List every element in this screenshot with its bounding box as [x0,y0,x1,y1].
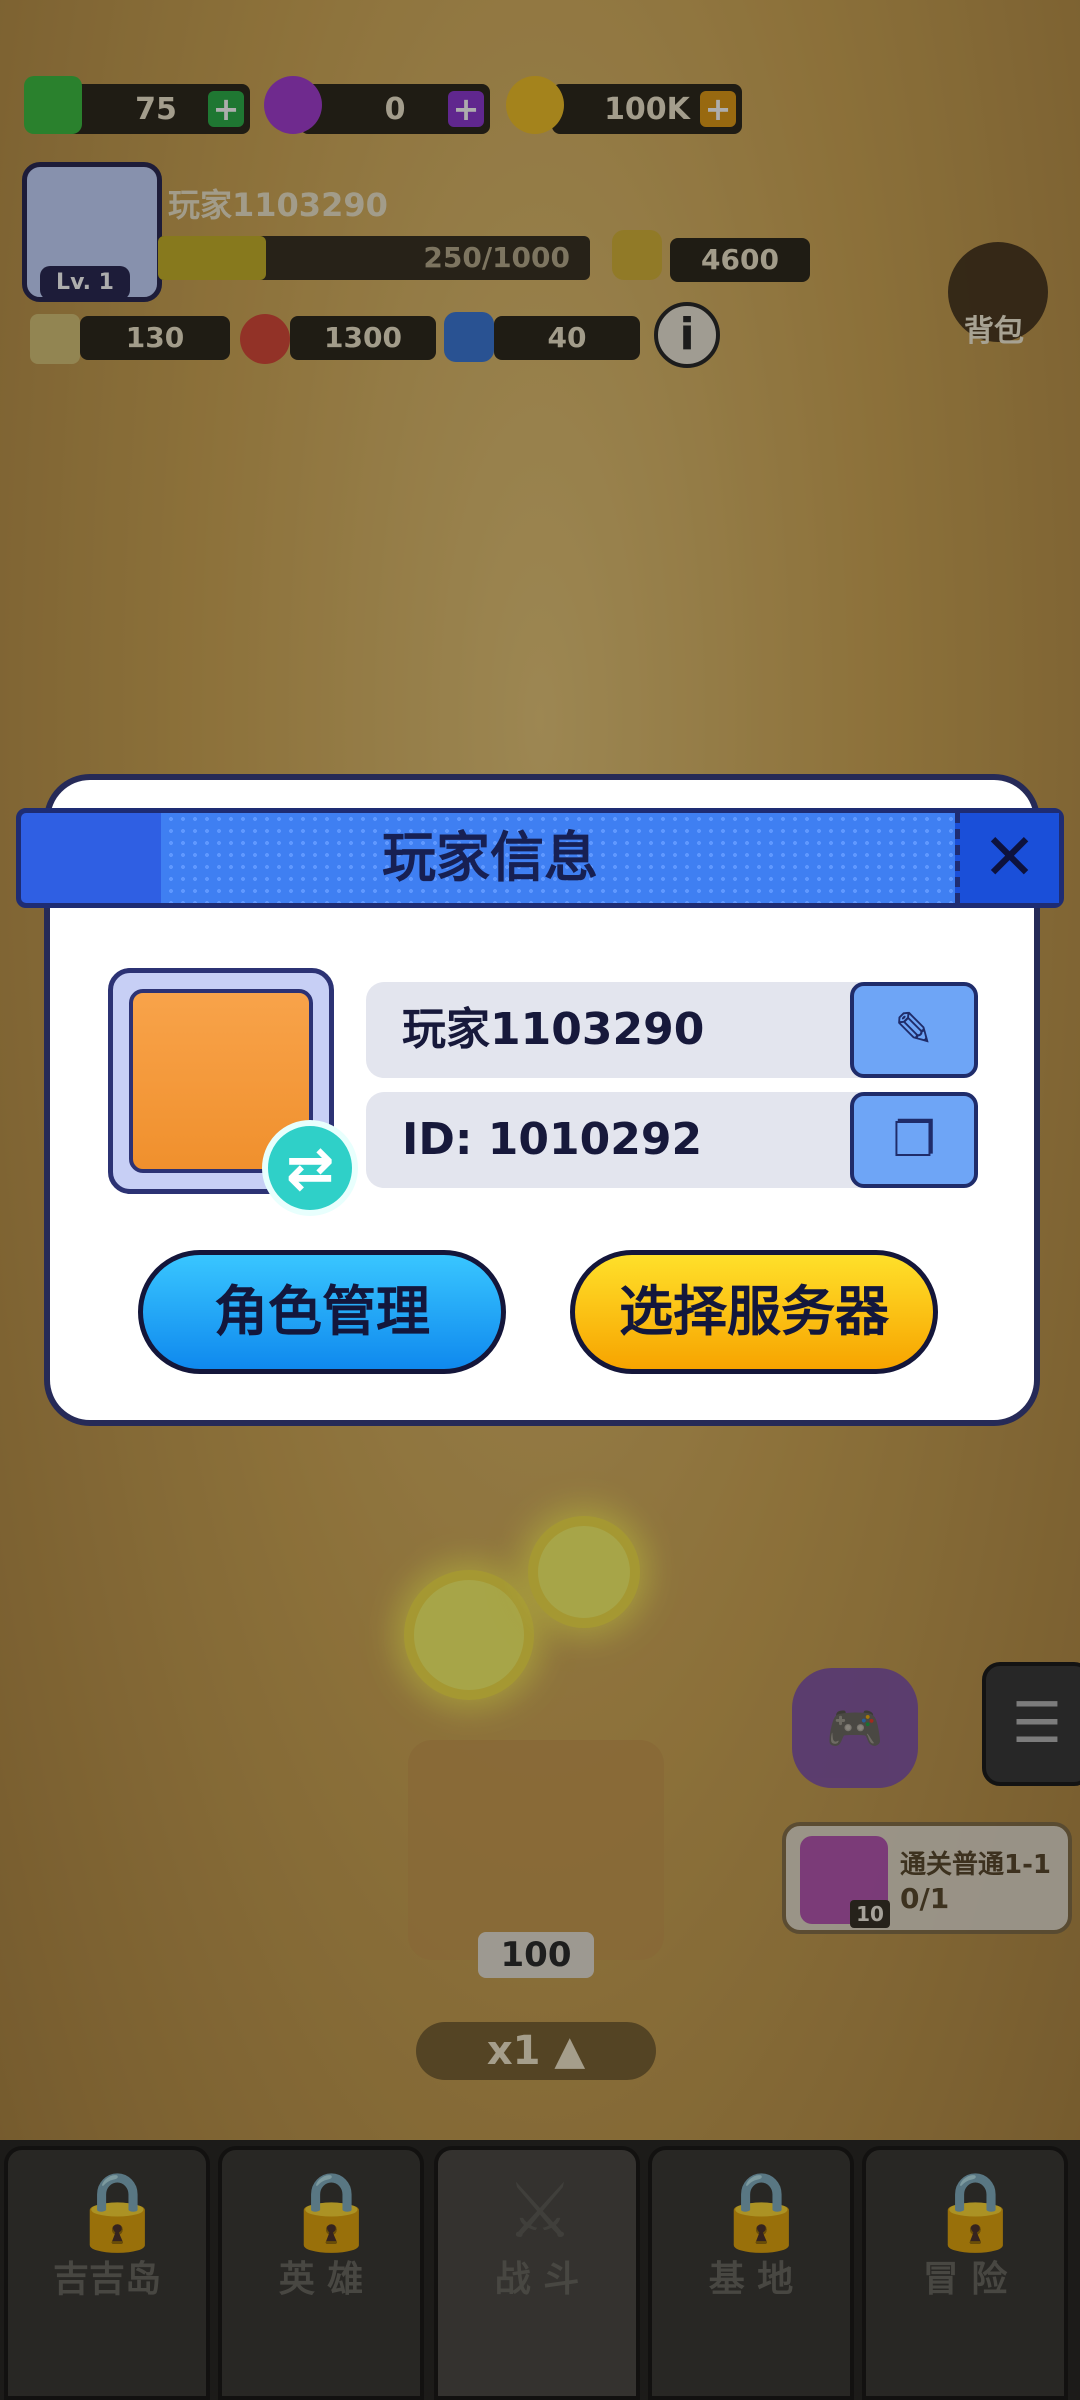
player-name-text: 玩家1103290 [402,1004,705,1055]
copy-id-button[interactable]: ❐ [850,1092,978,1188]
player-id-field: ID: 1010292 ❐ [366,1092,978,1188]
dialog-title: 玩家信息 [382,826,598,889]
player-name-field: 玩家1103290 ✎ [366,982,978,1078]
select-server-button[interactable]: 选择服务器 [570,1250,938,1374]
copy-icon: ❐ [892,1112,936,1168]
close-button[interactable]: ✕ [955,813,1059,903]
edit-icon: ✎ [893,1002,935,1058]
dialog-header: 玩家信息 ✕ [16,808,1064,908]
player-id-text: ID: 1010292 [402,1114,703,1165]
swap-avatar-icon[interactable]: ⇄ [262,1120,358,1216]
role-management-button[interactable]: 角色管理 [138,1250,506,1374]
edit-name-button[interactable]: ✎ [850,982,978,1078]
